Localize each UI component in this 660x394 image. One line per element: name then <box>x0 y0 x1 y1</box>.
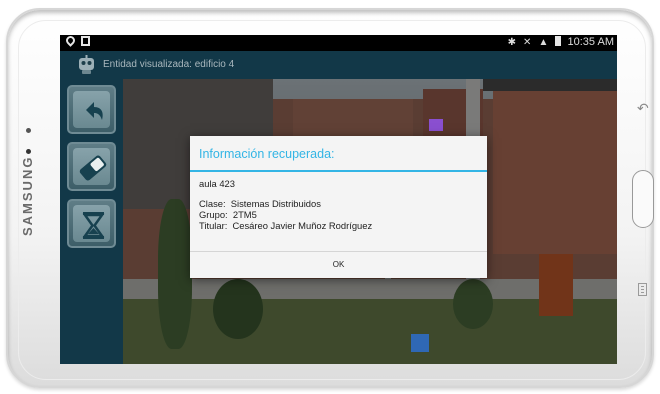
eraser-button[interactable] <box>67 142 116 191</box>
status-left-icons <box>64 35 90 48</box>
photo-blue-marker <box>411 334 429 352</box>
status-bar: ✱ ✕ ▲ 10:35 AM <box>60 35 617 51</box>
home-button[interactable] <box>632 170 654 228</box>
dialog-room: aula 423 <box>199 178 235 189</box>
tool-sidebar <box>60 79 123 364</box>
sim-card-icon <box>81 36 90 46</box>
app-robot-icon <box>79 55 94 74</box>
photo-purple-marker <box>429 119 443 131</box>
undo-button[interactable] <box>67 85 116 134</box>
undo-arrow-icon <box>86 102 103 120</box>
wifi-icon: ▲ <box>538 37 549 48</box>
hourglass-button-face <box>73 205 110 242</box>
menu-key-icon[interactable] <box>638 283 647 296</box>
camera-icon <box>26 128 31 133</box>
dialog-line-group: Grupo: 2TM5 <box>199 209 257 220</box>
mute-icon: ✕ <box>523 37 532 48</box>
dialog-title-divider <box>190 170 487 172</box>
dialog-title: Información recuperada: <box>199 147 335 161</box>
ok-button[interactable]: OK <box>190 252 487 278</box>
location-pin-icon <box>64 35 77 47</box>
status-right-icons: ✱ ✕ ▲ 10:35 AM <box>504 36 614 48</box>
status-time: 10:35 AM <box>567 36 614 48</box>
device-brand-label: SAMSUNG <box>20 155 35 236</box>
dialog-message: aula 423 Clase: Sistemas Distribuidos Gr… <box>199 178 372 231</box>
light-sensor-icon <box>26 149 31 154</box>
hourglass-button[interactable] <box>67 199 116 248</box>
hourglass-icon <box>82 212 105 239</box>
back-key-icon[interactable]: ↶ <box>637 100 649 117</box>
bluetooth-icon: ✱ <box>507 37 516 48</box>
info-dialog: Información recuperada: aula 423 Clase: … <box>190 136 487 278</box>
battery-icon <box>555 36 562 46</box>
app-bar: Entidad visualizada: edificio 4 <box>60 51 617 79</box>
app-title: Entidad visualizada: edificio 4 <box>103 59 235 70</box>
eraser-button-face <box>73 148 110 185</box>
eraser-icon <box>79 155 107 181</box>
undo-button-face <box>73 91 110 128</box>
dialog-line-teacher: Titular: Cesáreo Javier Muñoz Rodríguez <box>199 220 373 231</box>
dialog-line-class: Clase: Sistemas Distribuidos <box>199 198 321 209</box>
